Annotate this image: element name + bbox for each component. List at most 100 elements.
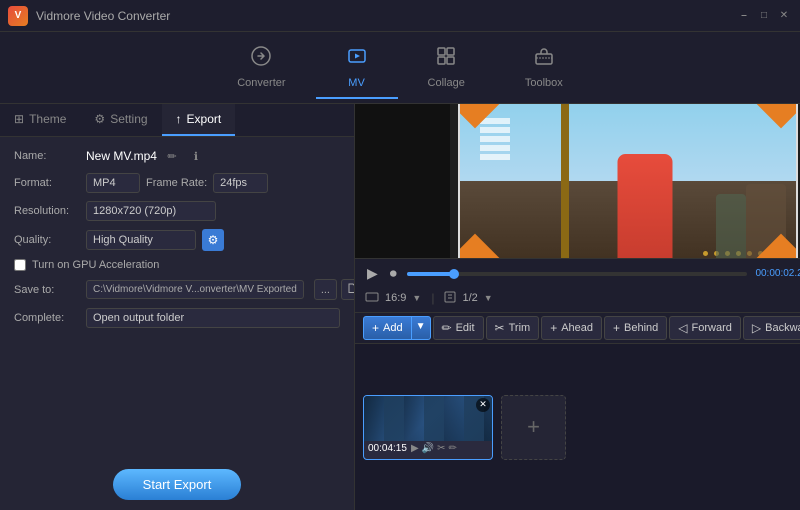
- format-label: Format:: [14, 177, 86, 189]
- format-select[interactable]: MP4 MOV AVI: [86, 173, 140, 193]
- progress-bar[interactable]: [407, 272, 748, 276]
- clip-close-button[interactable]: ✕: [476, 398, 490, 412]
- aspect-ratio-label: 16:9: [385, 292, 406, 304]
- page-display: 1/2: [462, 292, 477, 304]
- name-value: New MV.mp4: [86, 149, 157, 163]
- progress-thumb[interactable]: [449, 269, 459, 279]
- main-content: ⊞ Theme ⚙ Setting ↑ Export Name: New MV.…: [0, 104, 800, 510]
- aspect-icon: [365, 292, 379, 305]
- add-button[interactable]: + Add: [363, 316, 412, 340]
- stop-button[interactable]: ⏺: [388, 263, 399, 284]
- resolution-row: Resolution: 1280x720 (720p) 1920x1080 (1…: [14, 201, 340, 221]
- theme-icon: ⊞: [14, 112, 24, 126]
- tab-export-label: Export: [187, 112, 222, 126]
- tab-converter[interactable]: Converter: [207, 37, 315, 99]
- tab-export[interactable]: ↑ Export: [162, 104, 236, 136]
- ahead-label: Ahead: [561, 322, 593, 334]
- name-row: Name: New MV.mp4 ✏ ℹ: [14, 147, 340, 165]
- app-title: Vidmore Video Converter: [36, 9, 170, 23]
- current-time: 00:00:02.21: [755, 268, 800, 279]
- complete-select[interactable]: Open output folder Do nothing: [86, 308, 340, 328]
- path-dots-button[interactable]: ...: [314, 279, 337, 300]
- add-dropdown-button[interactable]: ▼: [412, 316, 431, 340]
- complete-label: Complete:: [14, 312, 86, 324]
- clip-cut-icon[interactable]: ✂: [437, 443, 445, 454]
- gpu-row: Turn on GPU Acceleration: [14, 259, 340, 271]
- framerate-select[interactable]: 24fps 30fps 60fps: [213, 173, 268, 193]
- clip-thumbnail: [364, 396, 492, 441]
- titlebar: V Vidmore Video Converter ⎯ □ ✕: [0, 0, 800, 32]
- play-button[interactable]: ▶: [365, 263, 380, 284]
- ahead-button[interactable]: + Ahead: [541, 316, 602, 340]
- gpu-checkbox[interactable]: [14, 259, 26, 271]
- left-tabs: ⊞ Theme ⚙ Setting ↑ Export: [0, 104, 354, 137]
- minimize-button[interactable]: ⎯: [736, 8, 752, 24]
- tab-toolbox-label: Toolbox: [525, 77, 563, 89]
- quality-row: Quality: High Quality Standard Quality C…: [14, 229, 340, 251]
- clip-info: 00:04:15 ▶ 🔊 ✂ ✏: [364, 441, 492, 456]
- maximize-button[interactable]: □: [756, 8, 772, 24]
- complete-value-group: Open output folder Do nothing: [86, 308, 340, 328]
- add-label: Add: [383, 322, 403, 334]
- left-panel: ⊞ Theme ⚙ Setting ↑ Export Name: New MV.…: [0, 104, 355, 510]
- preview-frame: ✕: [458, 104, 798, 258]
- timeline: ✕ 00:04:15 ▶ 🔊 ✂ ✏ + 1 / 1: [355, 344, 800, 510]
- video-controls: ▶ ⏺ 00:00:02.21/00:04:15.12 🔊 16:9 ▼: [355, 258, 800, 312]
- add-clip-button[interactable]: +: [501, 395, 566, 460]
- behind-button[interactable]: + Behind: [604, 316, 667, 340]
- page-chevron-icon[interactable]: ▼: [484, 293, 493, 303]
- behind-label: Behind: [624, 322, 658, 334]
- stripes-decoration: [480, 118, 510, 198]
- collage-icon: [435, 45, 457, 73]
- add-button-group: + Add ▼: [363, 316, 431, 340]
- aspect-chevron-icon[interactable]: ▼: [412, 293, 421, 303]
- clip-vol-icon[interactable]: 🔊: [422, 443, 434, 454]
- tab-collage-label: Collage: [428, 77, 465, 89]
- tab-theme-label: Theme: [29, 112, 66, 126]
- tab-setting[interactable]: ⚙ Setting: [80, 104, 161, 136]
- tab-collage[interactable]: Collage: [398, 37, 495, 99]
- page-icon: [444, 291, 456, 306]
- forward-icon: ◁: [678, 321, 687, 335]
- forward-label: Forward: [692, 322, 732, 334]
- tab-toolbox[interactable]: Toolbox: [495, 37, 593, 99]
- quality-select[interactable]: High Quality Standard Quality Custom: [86, 230, 196, 250]
- clip-edit2-icon[interactable]: ✏: [448, 443, 456, 454]
- quality-value-group: High Quality Standard Quality Custom ⚙: [86, 229, 340, 251]
- tab-setting-label: Setting: [110, 112, 147, 126]
- time-display: 00:00:02.21/00:04:15.12: [755, 268, 800, 279]
- timeline-clip: ✕ 00:04:15 ▶ 🔊 ✂ ✏: [363, 395, 493, 460]
- forward-button[interactable]: ◁ Forward: [669, 316, 741, 340]
- trim-button[interactable]: ✂ Trim: [486, 316, 540, 340]
- export-icon: ↑: [176, 112, 182, 126]
- tab-mv[interactable]: MV: [316, 37, 398, 99]
- timeline-toolbar: + Add ▼ ✏ Edit ✂ Trim + Ahead + Behind: [355, 312, 800, 344]
- export-settings: Name: New MV.mp4 ✏ ℹ Format: MP4 MOV AVI…: [0, 137, 354, 459]
- quality-settings-button[interactable]: ⚙: [202, 229, 224, 251]
- behind-icon: +: [613, 321, 620, 335]
- saveto-label: Save to:: [14, 284, 86, 296]
- converter-icon: [250, 45, 272, 73]
- info-name-icon[interactable]: ℹ: [187, 147, 205, 165]
- edit-button[interactable]: ✏ Edit: [433, 316, 484, 340]
- clip-controls: ▶ 🔊 ✂ ✏: [411, 443, 457, 454]
- path-folder-button[interactable]: [341, 279, 354, 300]
- video-preview: ✕: [355, 104, 800, 258]
- format-value-group: MP4 MOV AVI Frame Rate: 24fps 30fps 60fp…: [86, 173, 340, 193]
- secondary-controls: 16:9 ▼ | 1/2 ▼ Start Export: [365, 288, 800, 308]
- tab-theme[interactable]: ⊞ Theme: [0, 104, 80, 136]
- name-value-group: New MV.mp4 ✏ ℹ: [86, 147, 340, 165]
- clip-play-icon[interactable]: ▶: [411, 443, 419, 454]
- app-icon: V: [8, 6, 28, 26]
- toolbox-icon: [533, 45, 555, 73]
- playback-controls: ▶ ⏺ 00:00:02.21/00:04:15.12 🔊: [365, 263, 800, 284]
- saveto-value-group: C:\Vidmore\Vidmore V...onverter\MV Expor…: [86, 279, 354, 300]
- close-button[interactable]: ✕: [776, 8, 792, 24]
- complete-row: Complete: Open output folder Do nothing: [14, 308, 340, 328]
- resolution-select[interactable]: 1280x720 (720p) 1920x1080 (1080p) 640x48…: [86, 201, 216, 221]
- setting-icon: ⚙: [94, 112, 105, 126]
- edit-name-icon[interactable]: ✏: [163, 147, 181, 165]
- tab-mv-label: MV: [348, 77, 365, 89]
- backward-button[interactable]: ▷ Backward: [743, 316, 800, 340]
- start-export-button[interactable]: Start Export: [113, 469, 242, 500]
